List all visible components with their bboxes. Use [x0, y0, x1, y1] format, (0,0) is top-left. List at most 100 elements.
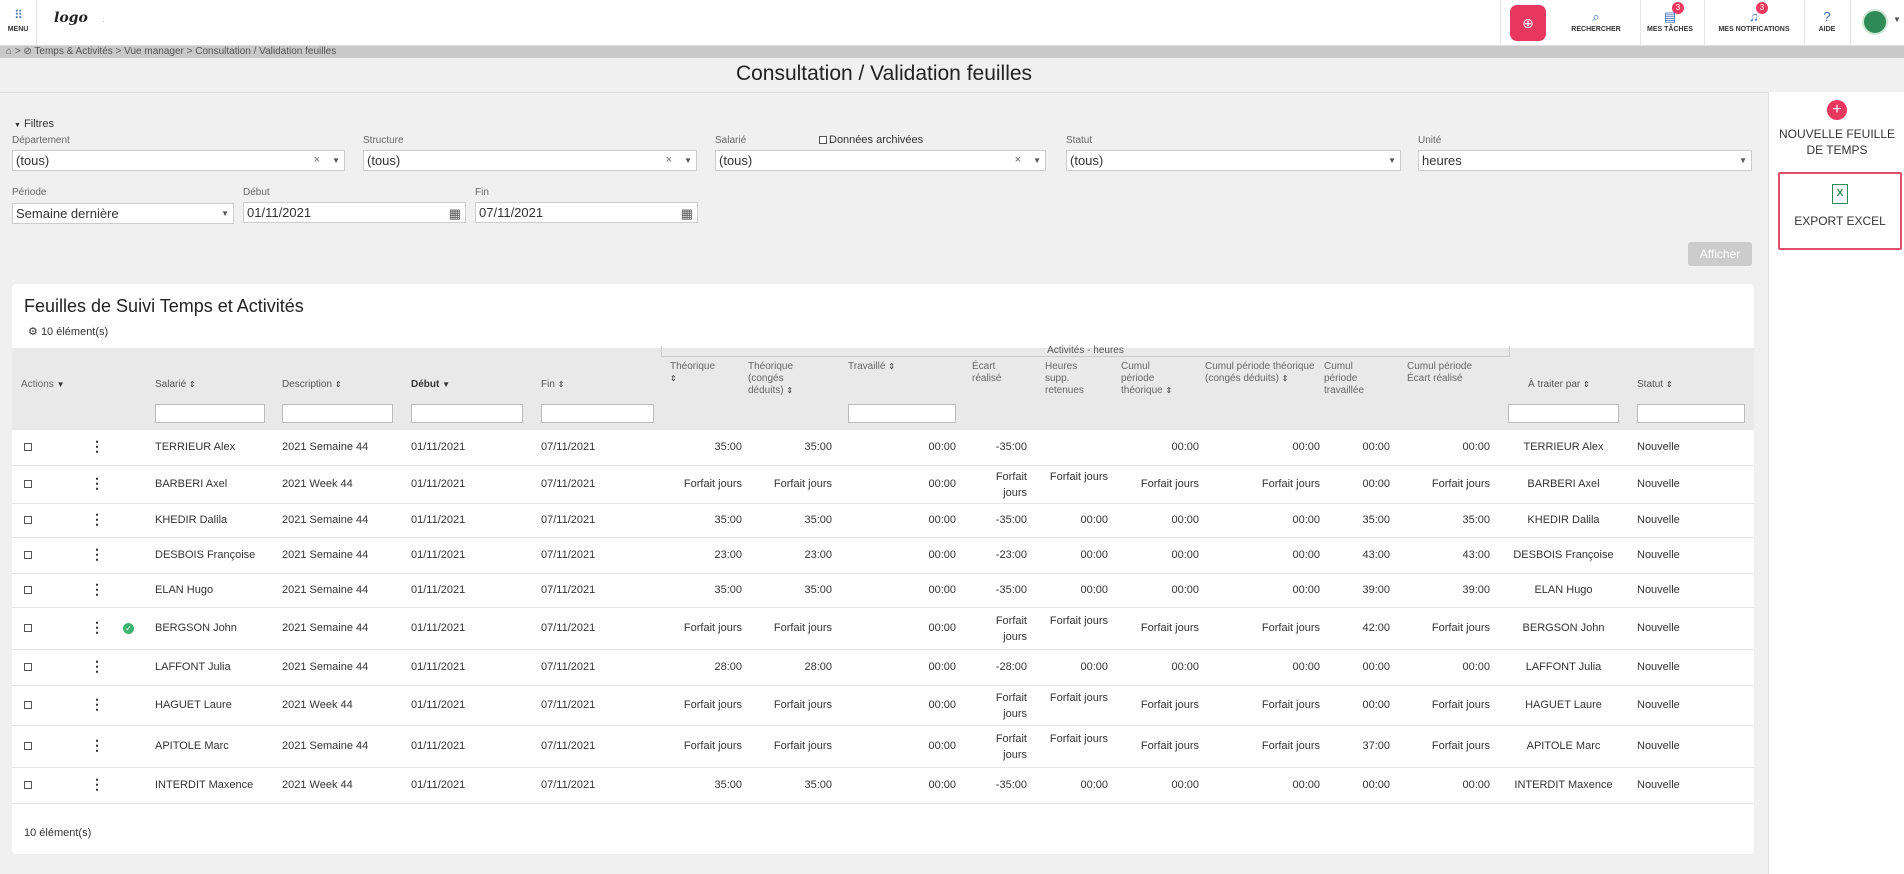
header-debut[interactable]: Début ▼ [411, 379, 450, 391]
afficher-button[interactable]: Afficher [1688, 242, 1752, 266]
table-row[interactable]: ⋮ APITOLE Marc 2021 Semaine 44 01/11/2021 07… [12, 726, 1754, 768]
header-theorique-conges[interactable]: Théorique (congés déduits) ⇕ [748, 361, 814, 397]
app-switch-dot[interactable]: · [102, 17, 105, 26]
structure-select[interactable]: (tous) × ▼ [363, 150, 697, 171]
header-statut[interactable]: Statut ⇕ [1637, 379, 1673, 391]
table-title: Feuilles de Suivi Temps et Activités [24, 296, 304, 316]
salarie-filter-input[interactable] [155, 404, 265, 423]
more-actions-icon[interactable]: ⋮ [90, 619, 104, 636]
table-row[interactable]: ⋮ INTERDIT Maxence 2021 Week 44 01/11/2021 0… [12, 768, 1754, 804]
table-row[interactable]: ⋮ HAGUET Laure 2021 Week 44 01/11/2021 07/11… [12, 686, 1754, 726]
row-checkbox[interactable] [24, 549, 34, 561]
cell-theorique-conges: Forfait jours [773, 622, 832, 634]
table-row[interactable]: ⋮ ✓ BERGSON John 2021 Semaine 44 01/11/2021 0… [12, 608, 1754, 650]
header-travaille[interactable]: Travaillé ⇕ [848, 361, 895, 373]
row-checkbox[interactable] [24, 779, 34, 791]
export-excel-button[interactable]: X EXPORT EXCEL [1778, 172, 1902, 250]
tasks-button[interactable]: ▤ 3 MES TÂCHES [1640, 2, 1700, 33]
header-actions[interactable]: Actions ▼ [21, 379, 65, 391]
header-a-traiter[interactable]: À traiter par ⇕ [1528, 379, 1590, 391]
debut-filter-input[interactable] [411, 404, 523, 423]
row-checkbox[interactable] [24, 441, 34, 453]
chevron-down-icon: ▼ [221, 209, 229, 218]
more-actions-icon[interactable]: ⋮ [90, 658, 104, 675]
column-settings[interactable]: ⚙ 10 élément(s) [28, 325, 108, 338]
row-checkbox[interactable] [24, 740, 34, 752]
table-row[interactable]: ⋮ KHEDIR Dalila 2021 Semaine 44 01/11/2021 0… [12, 504, 1754, 538]
new-timesheet-button[interactable]: + NOUVELLE FEUILLE DE TEMPS [1769, 100, 1904, 158]
cell-cumul-ecart: 39:00 [1462, 584, 1490, 596]
row-checkbox[interactable] [24, 584, 34, 596]
cell-salarie: HAGUET Laure [155, 699, 232, 711]
periode-label: Période [12, 187, 47, 198]
sort-icon: ⇕ [1165, 386, 1173, 395]
table-row[interactable]: ⋮ DESBOIS Françoise 2021 Semaine 44 01/11/2… [12, 538, 1754, 574]
departement-select[interactable]: (tous) × ▼ [12, 150, 345, 171]
more-actions-icon[interactable]: ⋮ [90, 546, 104, 563]
description-filter-input[interactable] [282, 404, 393, 423]
cell-description: 2021 Semaine 44 [282, 549, 369, 561]
tasks-label: MES TÂCHES [1647, 26, 1693, 33]
menu-button[interactable]: ⠿ MENU [6, 9, 30, 33]
header-cumul-theorique-conges[interactable]: Cumul période théorique (congés déduits)… [1205, 361, 1315, 385]
cell-ecart: Forfait jours [995, 615, 1027, 643]
row-checkbox[interactable] [24, 661, 34, 673]
notifications-button[interactable]: ♫ 3 MES NOTIFICATIONS [1712, 2, 1796, 33]
more-actions-icon[interactable]: ⋮ [90, 581, 104, 598]
checkbox-icon [819, 136, 827, 145]
cell-salarie: TERRIEUR Alex [155, 441, 236, 453]
more-actions-icon[interactable]: ⋮ [90, 511, 104, 528]
more-actions-icon[interactable]: ⋮ [90, 438, 104, 455]
clear-icon[interactable]: × [1015, 151, 1021, 170]
row-checkbox[interactable] [24, 514, 34, 526]
table-row[interactable]: ⋮ ELAN Hugo 2021 Semaine 44 01/11/2021 07/11… [12, 574, 1754, 608]
header-description[interactable]: Description ⇕ [282, 379, 342, 391]
logo[interactable]: logo [54, 10, 88, 26]
cell-salarie: ELAN Hugo [155, 584, 214, 596]
cell-cumul-theorique: Forfait jours [1140, 740, 1199, 752]
more-actions-icon[interactable]: ⋮ [90, 776, 104, 793]
debut-date-input[interactable]: 01/11/2021 ▦ [243, 202, 466, 223]
statut-filter-input[interactable] [1637, 404, 1745, 423]
row-checkbox[interactable] [24, 622, 34, 634]
breadcrumb[interactable]: ⌂ > ⊘ Temps & Activités > Vue manager > … [0, 46, 1904, 58]
quick-add-button[interactable]: ⊕ [1510, 5, 1546, 41]
calendar-icon[interactable]: ▦ [681, 204, 693, 222]
fin-date-input[interactable]: 07/11/2021 ▦ [475, 202, 698, 223]
a-traiter-filter-input[interactable] [1508, 404, 1619, 423]
cell-debut: 01/11/2021 [411, 779, 466, 791]
more-actions-icon[interactable]: ⋮ [90, 696, 104, 713]
chevron-down-icon[interactable]: ▼ [1893, 15, 1901, 24]
header-theorique[interactable]: Théorique ⇕ [670, 361, 730, 385]
more-actions-icon[interactable]: ⋮ [90, 475, 104, 492]
filters-toggle[interactable]: ▼ Filtres [14, 118, 54, 130]
avatar[interactable] [1862, 9, 1888, 35]
header-salarie[interactable]: Salarié ⇕ [155, 379, 196, 391]
cell-heures-supp: Forfait jours [1049, 615, 1108, 627]
calendar-icon[interactable]: ▦ [449, 204, 461, 222]
help-button[interactable]: ? AIDE [1812, 8, 1842, 33]
table-row[interactable]: ⋮ TERRIEUR Alex 2021 Semaine 44 01/11/2021 0… [12, 430, 1754, 466]
unite-select[interactable]: heures ▼ [1418, 150, 1752, 171]
cell-cumul-theorique-conges: 00:00 [1292, 441, 1320, 453]
row-checkbox[interactable] [24, 478, 34, 490]
archived-checkbox[interactable]: Données archivées [819, 134, 923, 146]
table-row[interactable]: ⋮ LAFFONT Julia 2021 Semaine 44 01/11/2021 0… [12, 650, 1754, 686]
gear-icon[interactable]: ⚙ [28, 326, 38, 338]
sort-icon: ⇕ [888, 362, 895, 371]
clear-icon[interactable]: × [666, 151, 672, 170]
salarie-select[interactable]: (tous) × ▼ [715, 150, 1046, 171]
row-checkbox[interactable] [24, 699, 34, 711]
header-fin[interactable]: Fin ⇕ [541, 379, 564, 391]
plus-circle-icon: + [1827, 100, 1847, 120]
more-actions-icon[interactable]: ⋮ [90, 737, 104, 754]
statut-select[interactable]: (tous) ▼ [1066, 150, 1401, 171]
fin-filter-input[interactable] [541, 404, 654, 423]
travaille-filter-input[interactable] [848, 404, 956, 423]
header-cumul-theorique[interactable]: Cumul période théorique ⇕ [1121, 361, 1185, 397]
table-row[interactable]: ⋮ BARBERI Axel 2021 Week 44 01/11/2021 07/11… [12, 466, 1754, 504]
divider [1850, 0, 1851, 46]
clear-icon[interactable]: × [314, 151, 320, 170]
search-button[interactable]: ⌕ RECHERCHER [1566, 8, 1626, 33]
periode-select[interactable]: Semaine dernière ▼ [12, 203, 234, 224]
